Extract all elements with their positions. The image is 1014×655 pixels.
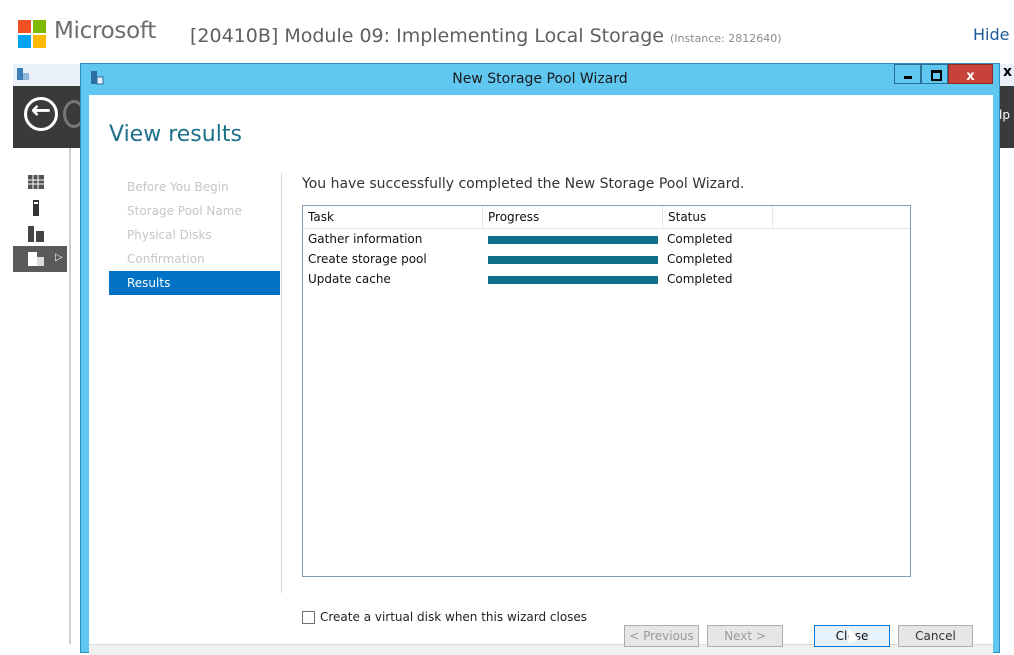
lab-portal-header: Microsoft [20410B] Module 09: Implementi… [0, 0, 1014, 64]
help-menu-fragment[interactable]: lp [999, 108, 1010, 122]
progress-bar-fill [488, 236, 658, 244]
step-before-you-begin: Before You Begin [127, 180, 229, 194]
task-cell: Gather information [308, 232, 423, 246]
step-confirmation: Confirmation [127, 252, 205, 266]
table-row[interactable]: Create storage pool Completed [303, 250, 910, 270]
minimize-button[interactable] [894, 64, 921, 84]
column-header-status[interactable]: Status [663, 206, 773, 228]
create-virtual-disk-label[interactable]: Create a virtual disk when this wizard c… [320, 610, 587, 624]
lab-title: [20410B] Module 09: Implementing Local S… [190, 25, 782, 47]
wizard-body: View results Before You Begin Storage Po… [89, 95, 993, 655]
step-storage-pool-name: Storage Pool Name [127, 204, 242, 218]
success-message: You have successfully completed the New … [302, 176, 745, 192]
progress-bar-fill [488, 256, 658, 264]
maximize-icon [931, 70, 942, 81]
microsoft-logo-icon [18, 20, 46, 48]
status-cell: Completed [667, 252, 733, 266]
server-manager-app-icon [17, 68, 29, 80]
task-cell: Update cache [308, 272, 391, 286]
new-storage-pool-wizard: New Storage Pool Wizard x View results B… [80, 63, 1000, 655]
create-virtual-disk-checkbox[interactable] [302, 611, 315, 624]
dashboard-icon[interactable] [27, 173, 45, 191]
progress-bar [488, 256, 658, 264]
maximize-button[interactable] [921, 64, 948, 84]
page-title: View results [109, 122, 242, 147]
status-cell: Completed [667, 232, 733, 246]
steps-divider [281, 173, 282, 593]
wizard-steps: Before You Begin Storage Pool Name Physi… [109, 175, 280, 295]
expand-arrow-icon: ▷ [55, 252, 63, 263]
progress-bar [488, 236, 658, 244]
results-table: Task Progress Status Gather information … [302, 205, 911, 577]
all-servers-icon[interactable] [27, 225, 45, 243]
lab-title-text: [20410B] Module 09: Implementing Local S… [190, 25, 664, 47]
table-row[interactable]: Gather information Completed [303, 230, 910, 250]
column-header-task[interactable]: Task [303, 206, 483, 228]
close-icon: x [966, 69, 975, 84]
local-server-icon[interactable] [27, 199, 45, 217]
step-physical-disks: Physical Disks [127, 228, 212, 242]
hide-link[interactable]: Hide r [973, 25, 1014, 44]
close-window-button[interactable]: x [948, 64, 993, 84]
lab-instance: (Instance: 2812640) [670, 32, 782, 45]
wizard-title: New Storage Pool Wizard [452, 71, 628, 87]
back-arrow-icon[interactable]: ← [24, 96, 58, 131]
column-header-progress[interactable]: Progress [483, 206, 663, 228]
table-header-row: Task Progress Status [303, 206, 910, 229]
server-manager-close-button[interactable]: x [1003, 64, 1012, 80]
file-storage-services-nav-item[interactable]: ▷ [13, 246, 67, 272]
server-manager-sidebar: ▷ [13, 148, 71, 644]
microsoft-logo-text: Microsoft [54, 18, 156, 44]
wizard-titlebar: New Storage Pool Wizard x [81, 64, 999, 94]
file-storage-icon [28, 252, 44, 266]
progress-bar [488, 276, 658, 284]
minimize-icon [904, 76, 912, 79]
step-results[interactable]: Results [109, 271, 280, 295]
task-cell: Create storage pool [308, 252, 427, 266]
status-cell: Completed [667, 272, 733, 286]
progress-bar-fill [488, 276, 658, 284]
table-row[interactable]: Update cache Completed [303, 270, 910, 290]
